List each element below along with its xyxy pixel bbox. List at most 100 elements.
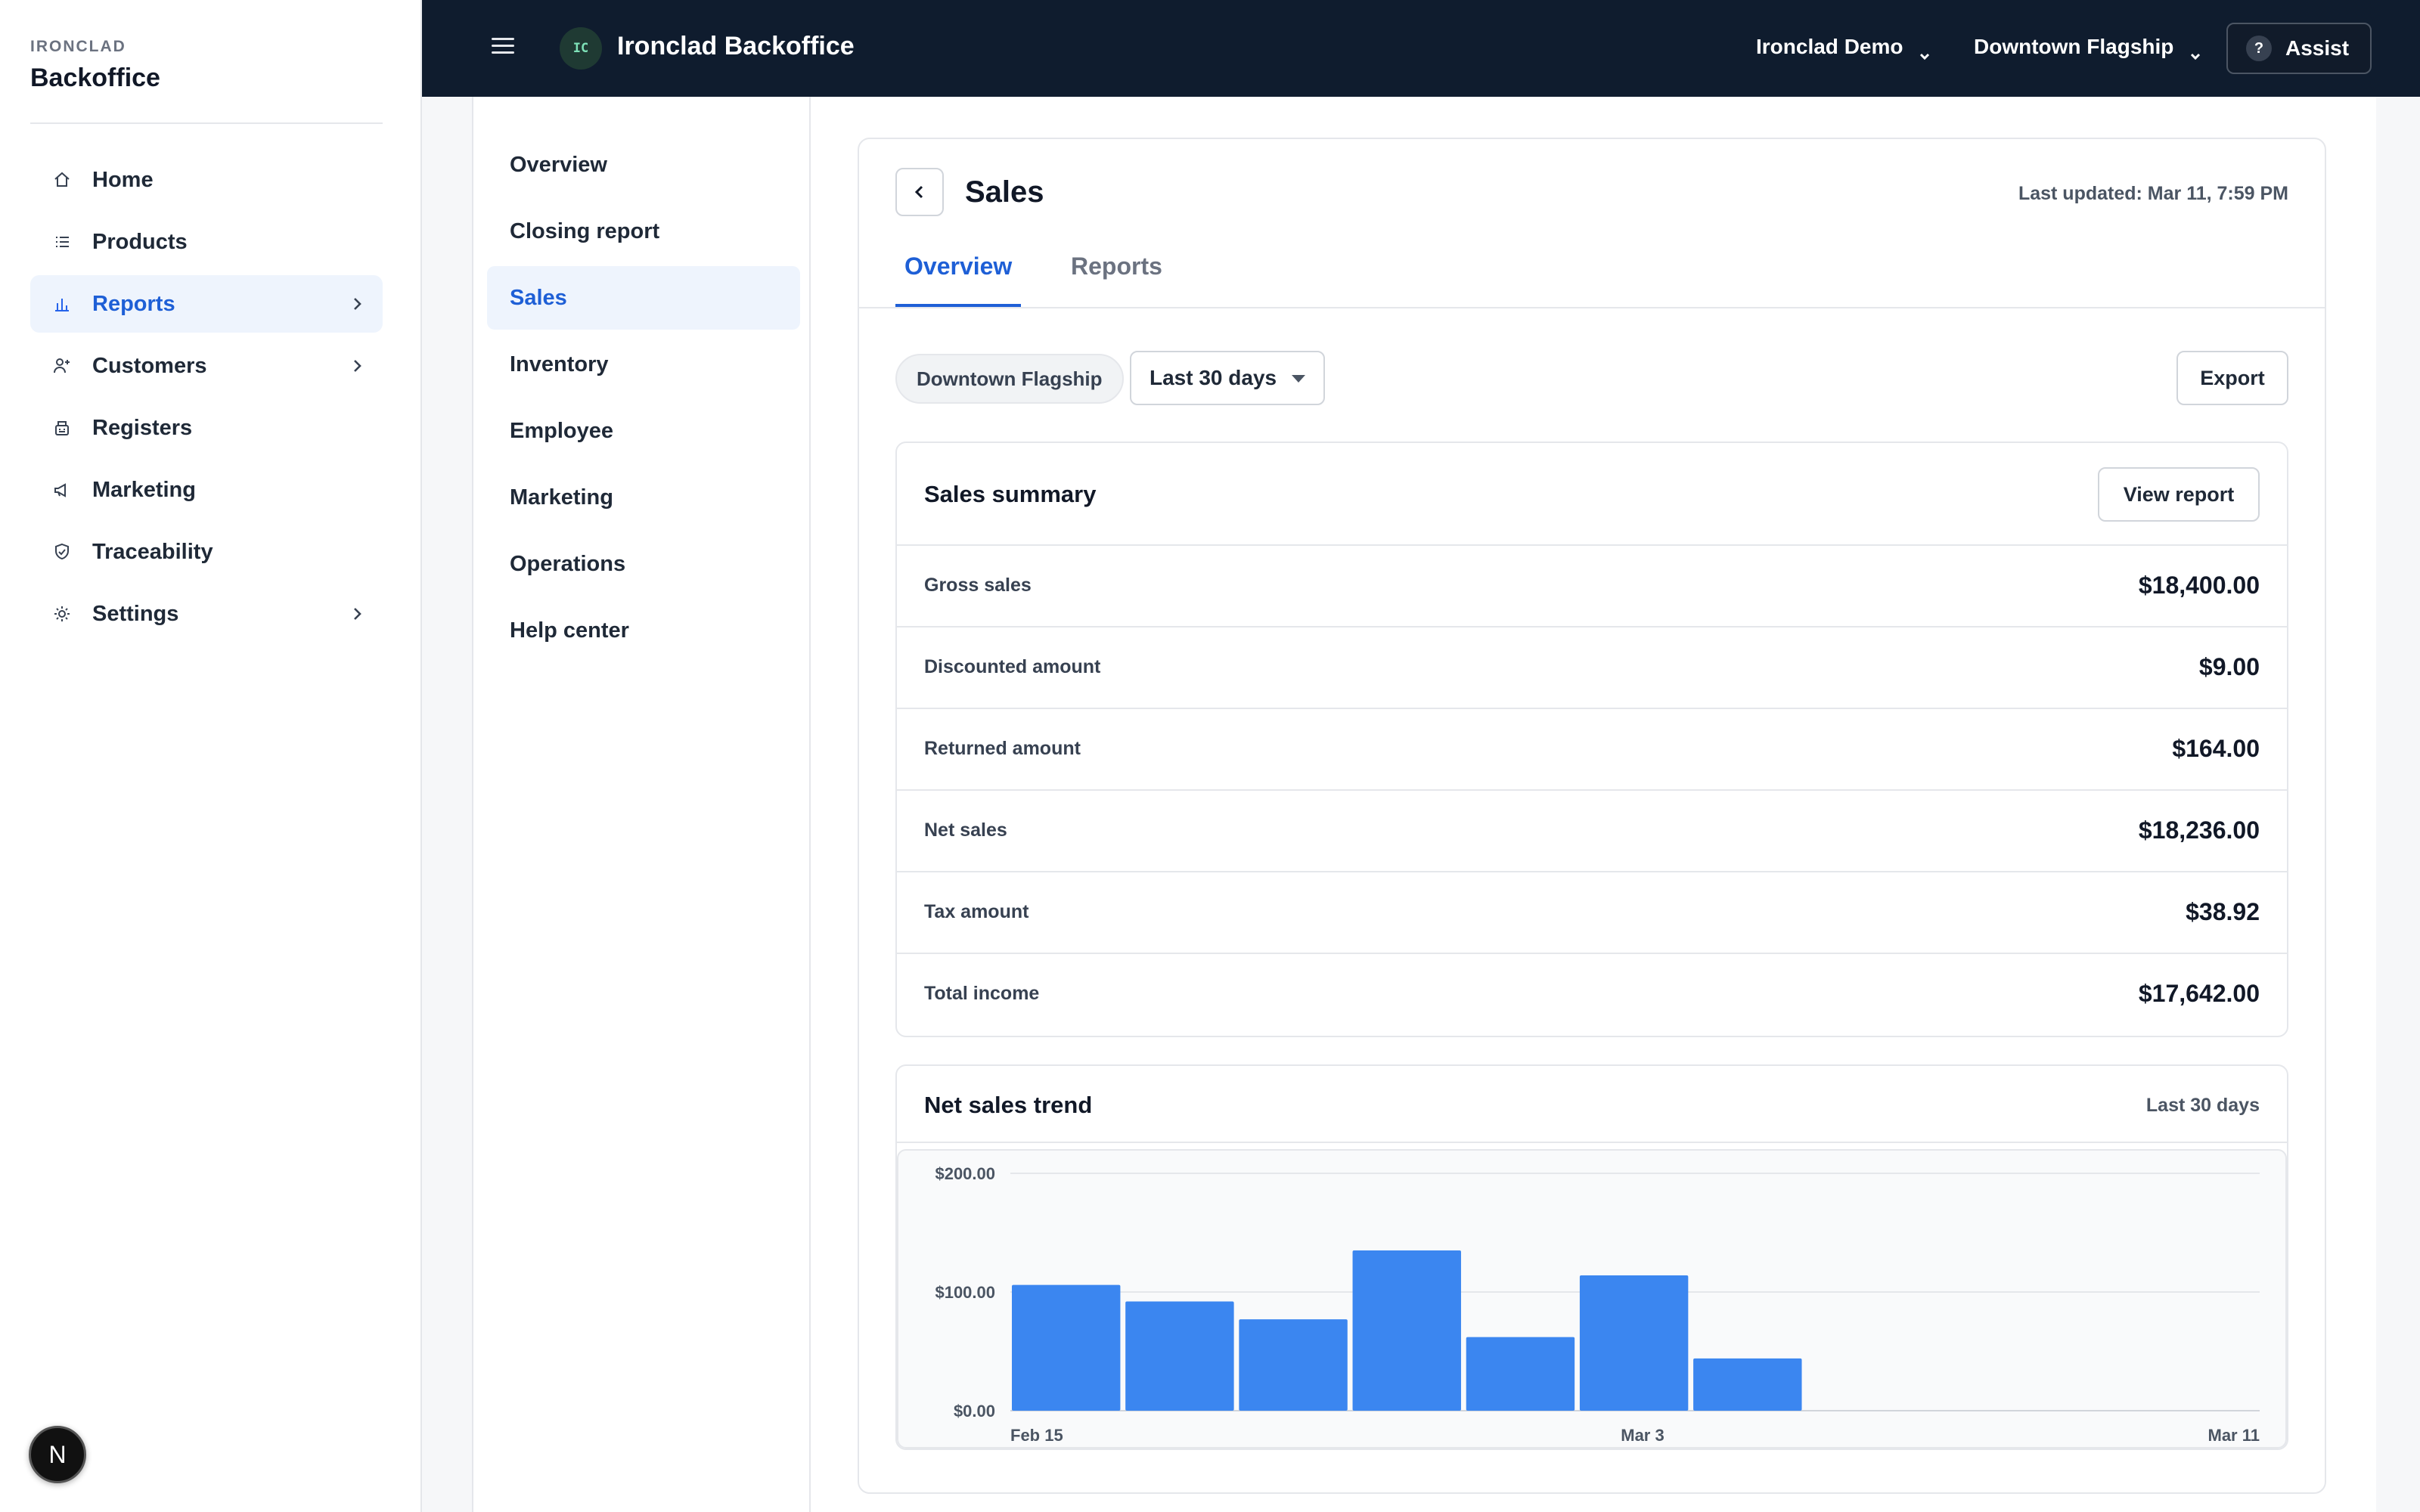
shield-icon	[51, 541, 73, 562]
dev-badge[interactable]: N	[29, 1426, 86, 1483]
x-tick-label: Mar 11	[2208, 1426, 2260, 1445]
sidebar-item-settings[interactable]: Settings	[30, 585, 383, 643]
date-range-select[interactable]: Last 30 days	[1130, 351, 1325, 405]
date-range-label: Last 30 days	[1150, 366, 1277, 389]
trend-range: Last 30 days	[2145, 1095, 2260, 1116]
summary-label: Gross sales	[924, 575, 1032, 596]
sidebar-item-marketing[interactable]: Marketing	[30, 461, 383, 519]
x-tick-label: Mar 3	[1621, 1426, 1664, 1445]
chart-bar[interactable]	[1352, 1250, 1461, 1411]
brand-small: IRONCLAD	[30, 38, 126, 55]
summary-label: Net sales	[924, 820, 1007, 841]
chart-area: $200.00 $100.00 $0.00 Feb 15 Mar 3 Mar 11	[897, 1149, 2287, 1448]
summary-value: $17,642.00	[2138, 980, 2260, 1007]
chevron-left-icon	[914, 185, 923, 199]
chevron-right-icon	[348, 357, 366, 375]
brand-title: Backoffice	[30, 64, 160, 92]
assist-label: Assist	[2285, 36, 2350, 60]
subnav-item-overview[interactable]: Overview	[487, 133, 800, 197]
assist-button[interactable]: ? Assist	[2226, 23, 2372, 74]
chart-bar[interactable]	[1012, 1284, 1121, 1411]
sidebar-item-label: Home	[92, 167, 154, 192]
summary-row: Gross sales $18,400.00	[897, 546, 2287, 627]
summary-label: Tax amount	[924, 901, 1029, 922]
tab-overview[interactable]: Overview	[895, 253, 1022, 307]
last-updated: Last updated: Mar 11, 7:59 PM	[2018, 183, 2288, 204]
summary-row: Total income $17,642.00	[897, 954, 2287, 1036]
summary-value: $9.00	[2198, 653, 2260, 680]
trend-header: Net sales trend Last 30 days	[897, 1066, 2287, 1143]
sidebar-item-label: Products	[92, 229, 188, 254]
sidebar-nav: Home Products Reports Customers Registers Mar…	[30, 151, 383, 647]
x-tick-label: Feb 15	[1010, 1426, 1063, 1445]
sidebar-item-label: Reports	[92, 291, 175, 316]
location-select-label: Downtown Flagship	[1974, 35, 2174, 58]
tabs-divider	[859, 307, 2325, 308]
sidebar-item-label: Registers	[92, 415, 193, 440]
trend-title: Net sales trend	[924, 1092, 1093, 1118]
tabs: Overview Reports	[895, 253, 2291, 307]
subnav-item-help-center[interactable]: Help center	[487, 599, 800, 662]
org-select-label: Ironclad Demo	[1756, 35, 1903, 58]
summary-row: Tax amount $38.92	[897, 872, 2287, 954]
megaphone-icon	[51, 479, 73, 500]
chart-bar[interactable]	[1466, 1337, 1575, 1411]
summary-row: Returned amount $164.00	[897, 709, 2287, 791]
chevron-right-icon	[348, 295, 366, 313]
summary-label: Total income	[924, 983, 1040, 1004]
sidebar-item-home[interactable]: Home	[30, 151, 383, 209]
subnav-item-closing-report[interactable]: Closing report	[487, 200, 800, 263]
export-button[interactable]: Export	[2176, 351, 2288, 405]
bar-chart-icon	[51, 293, 73, 314]
summary-value: $38.92	[2186, 898, 2260, 925]
subnav-item-sales[interactable]: Sales	[487, 266, 800, 330]
summary-rows: Gross sales $18,400.00 Discounted amount $9…	[897, 546, 2287, 1036]
sales-summary-panel: Sales summary View report Gross sales $18…	[895, 442, 2288, 1037]
net-sales-trend-panel: Net sales trend Last 30 days $200.00 $100…	[895, 1064, 2288, 1450]
summary-label: Returned amount	[924, 738, 1081, 759]
top-bar: IC Ironclad Backoffice Ironclad Demo Dow…	[422, 0, 2420, 97]
location-filter-chip[interactable]: Downtown Flagship	[895, 354, 1124, 404]
sidebar-item-label: Customers	[92, 353, 207, 378]
sidebar-item-label: Traceability	[92, 539, 213, 564]
summary-row: Net sales $18,236.00	[897, 791, 2287, 872]
subnav-item-employee[interactable]: Employee	[487, 399, 800, 463]
gear-icon	[51, 603, 73, 624]
sidebar: IRONCLAD Backoffice Home Products Reports C…	[0, 0, 422, 1512]
register-icon	[51, 417, 73, 438]
subnav-item-marketing[interactable]: Marketing	[487, 466, 800, 529]
chart-bar[interactable]	[1125, 1301, 1234, 1411]
view-report-button[interactable]: View report	[2098, 467, 2260, 522]
page-title: Sales	[965, 175, 1044, 209]
brand-divider	[30, 122, 383, 124]
org-select[interactable]: Ironclad Demo	[1756, 35, 1931, 60]
sidebar-item-label: Marketing	[92, 477, 196, 502]
subnav-item-inventory[interactable]: Inventory	[487, 333, 800, 396]
summary-value: $18,236.00	[2138, 816, 2260, 844]
summary-value: $164.00	[2172, 735, 2260, 762]
sidebar-item-products[interactable]: Products	[30, 213, 383, 271]
sidebar-item-customers[interactable]: Customers	[30, 337, 383, 395]
caret-down-icon	[1292, 375, 1305, 383]
subnav-item-operations[interactable]: Operations	[487, 532, 800, 596]
menu-icon[interactable]	[492, 38, 514, 57]
sidebar-item-registers[interactable]: Registers	[30, 399, 383, 457]
sales-card: Sales Last updated: Mar 11, 7:59 PM Over…	[858, 138, 2326, 1494]
chart-bar[interactable]	[1239, 1319, 1348, 1411]
chart-bar[interactable]	[1579, 1275, 1689, 1411]
reports-subnav: Overview Closing report Sales Inventory Empl…	[472, 97, 811, 1512]
list-icon	[51, 231, 73, 253]
summary-row: Discounted amount $9.00	[897, 627, 2287, 709]
user-plus-icon	[51, 355, 73, 376]
chevron-down-icon	[1918, 44, 1931, 60]
sidebar-item-reports[interactable]: Reports	[30, 275, 383, 333]
chart-bar[interactable]	[1693, 1358, 1802, 1411]
back-button[interactable]	[895, 168, 944, 216]
sidebar-item-label: Settings	[92, 601, 179, 626]
sidebar-item-traceability[interactable]: Traceability	[30, 523, 383, 581]
chevron-right-icon	[348, 605, 366, 623]
tab-reports[interactable]: Reports	[1062, 253, 1171, 307]
app-title: Ironclad Backoffice	[617, 32, 855, 60]
location-select[interactable]: Downtown Flagship	[1974, 35, 2202, 60]
y-tick-label: $200.00	[935, 1164, 995, 1183]
